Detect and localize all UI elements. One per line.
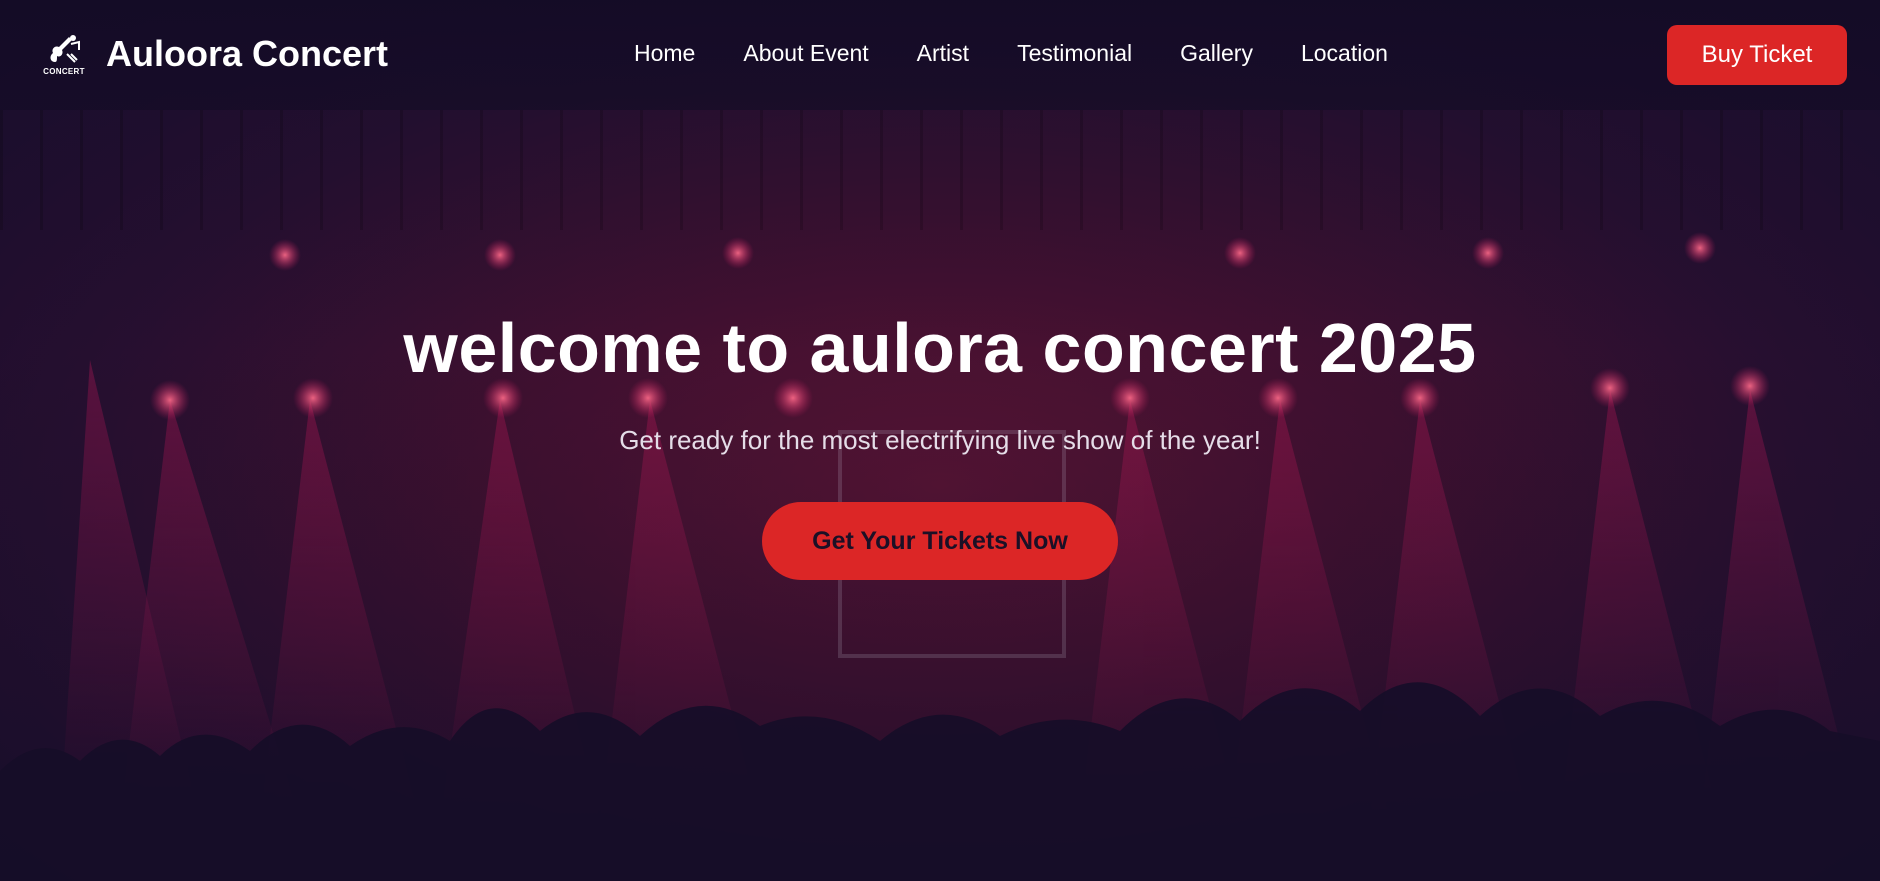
- guitar-concert-logo-icon: CONCERT: [43, 30, 85, 78]
- nav-item-gallery[interactable]: Gallery: [1180, 40, 1253, 67]
- get-tickets-button[interactable]: Get Your Tickets Now: [762, 502, 1118, 580]
- brand-name: Auloora Concert: [106, 33, 389, 74]
- nav-item-artist[interactable]: Artist: [917, 40, 969, 67]
- nav-item-home[interactable]: Home: [634, 40, 695, 67]
- hero-subtitle: Get ready for the most electrifying live…: [619, 425, 1261, 455]
- nav-item-location[interactable]: Location: [1301, 40, 1388, 67]
- hero-section: CONCERT Auloora Concert Home About Event…: [0, 0, 1880, 881]
- brand[interactable]: CONCERT Auloora Concert: [43, 30, 389, 78]
- crowd-silhouette: [0, 682, 1880, 881]
- buy-ticket-button[interactable]: Buy Ticket: [1667, 25, 1847, 85]
- hero-content: welcome to aulora concert 2025 Get ready…: [0, 310, 1880, 580]
- nav-item-testimonial[interactable]: Testimonial: [1017, 40, 1132, 67]
- stage-truss: [0, 110, 1880, 230]
- nav-links: Home About Event Artist Testimonial Gall…: [634, 40, 1436, 67]
- logo-caption: CONCERT: [43, 67, 85, 76]
- navbar: CONCERT Auloora Concert Home About Event…: [0, 0, 1880, 112]
- hero-title: welcome to aulora concert 2025: [403, 309, 1477, 387]
- nav-item-about-event[interactable]: About Event: [743, 40, 868, 67]
